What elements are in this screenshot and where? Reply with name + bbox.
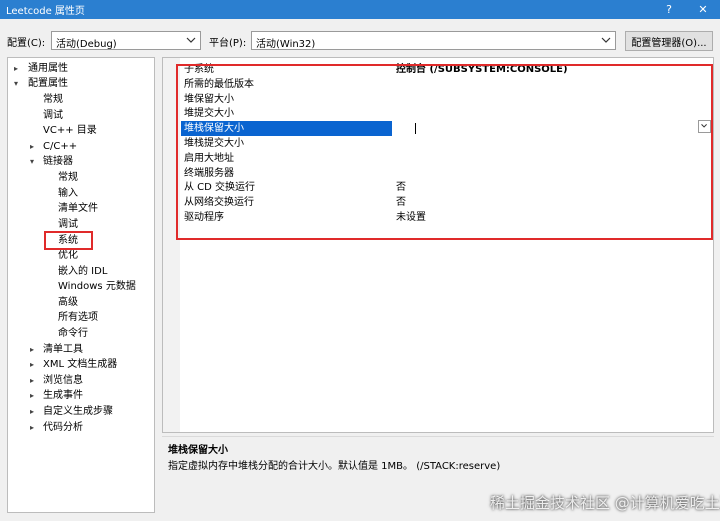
collapse-down-icon[interactable]: ▾ [30,154,39,169]
config-label: 配置(C): [7,38,46,49]
tree-item-custom-build[interactable]: 自定义生成步骤 [43,404,113,419]
title-bar: Leetcode 属性页 ? ✕ [0,0,720,19]
highlight-box [44,231,93,250]
tree-item-config-props[interactable]: 配置属性 [28,76,68,91]
tree-item-linker-regular[interactable]: 常规 [58,170,78,185]
property-grid: 子系统 控制台 (/SUBSYSTEM:CONSOLE) 所需的最低版本 堆保留… [162,57,714,433]
tree-item-linker-cmdline[interactable]: 命令行 [58,326,88,341]
tree-item-xml-doc[interactable]: XML 文档生成器 [43,357,117,372]
expand-right-icon[interactable]: ▸ [30,357,39,372]
config-value: 活动(Debug) [56,39,117,50]
platform-dropdown[interactable]: 活动(Win32) [251,31,616,50]
expand-right-icon[interactable]: ▸ [14,61,23,76]
tree-item-linker-debug[interactable]: 调试 [58,217,78,232]
expand-right-icon[interactable]: ▸ [30,373,39,388]
tree-item-linker-winmd[interactable]: Windows 元数据 [58,279,136,294]
tree-item-general[interactable]: 通用属性 [28,61,68,76]
tree-item-manifest-tool[interactable]: 清单工具 [43,342,83,357]
property-tree: ▸ 通用属性 ▾ 配置属性 常规 调试 VC++ 目录 ▸ C/C++ ▾ 链接… [7,57,155,513]
description-heading: 堆栈保留大小 [168,445,228,456]
platform-label: 平台(P): [209,38,247,49]
config-dropdown[interactable]: 活动(Debug) [51,31,201,50]
expand-right-icon[interactable]: ▸ [30,404,39,419]
tree-item-linker-advanced[interactable]: 高级 [58,295,78,310]
watermark: 稀土掘金技术社区 @计算机爱吃土豆 [490,494,720,512]
tree-item-regular[interactable]: 常规 [43,92,63,107]
window-title: Leetcode 属性页 [6,6,85,17]
tree-item-code-analysis[interactable]: 代码分析 [43,420,83,435]
tree-item-cpp[interactable]: C/C++ [43,139,77,154]
expand-right-icon[interactable]: ▸ [30,139,39,154]
expand-right-icon[interactable]: ▸ [30,388,39,403]
tree-item-debug[interactable]: 调试 [43,108,63,123]
expand-right-icon[interactable]: ▸ [30,342,39,357]
description-text: 指定虚拟内存中堆栈分配的合计大小。默认值是 1MB。 (/STACK:reser… [168,461,501,472]
tree-item-vc-dirs[interactable]: VC++ 目录 [43,123,97,138]
platform-value: 活动(Win32) [256,39,316,50]
chevron-down-icon [186,37,196,43]
collapse-down-icon[interactable]: ▾ [14,76,23,91]
tree-item-linker-idl[interactable]: 嵌入的 IDL [58,264,107,279]
tree-item-linker-all-options[interactable]: 所有选项 [58,310,98,325]
tree-item-linker-manifest[interactable]: 清单文件 [58,201,98,216]
chevron-down-icon [601,37,611,43]
tree-item-linker[interactable]: 链接器 [43,154,73,169]
tree-item-build-events[interactable]: 生成事件 [43,388,83,403]
tree-item-browse-info[interactable]: 浏览信息 [43,373,83,388]
help-button[interactable]: ? [652,0,686,19]
expand-right-icon[interactable]: ▸ [30,420,39,435]
tree-item-linker-optimize[interactable]: 优化 [58,248,78,263]
description-panel: 堆栈保留大小 指定虚拟内存中堆栈分配的合计大小。默认值是 1MB。 (/STAC… [162,436,714,484]
config-manager-button[interactable]: 配置管理器(O)... [625,31,713,51]
tree-item-linker-input[interactable]: 输入 [58,186,78,201]
close-button[interactable]: ✕ [686,0,720,19]
config-bar: 配置(C): 活动(Debug) 平台(P): 活动(Win32) 配置管理器(… [0,28,720,54]
highlight-box [176,64,713,240]
